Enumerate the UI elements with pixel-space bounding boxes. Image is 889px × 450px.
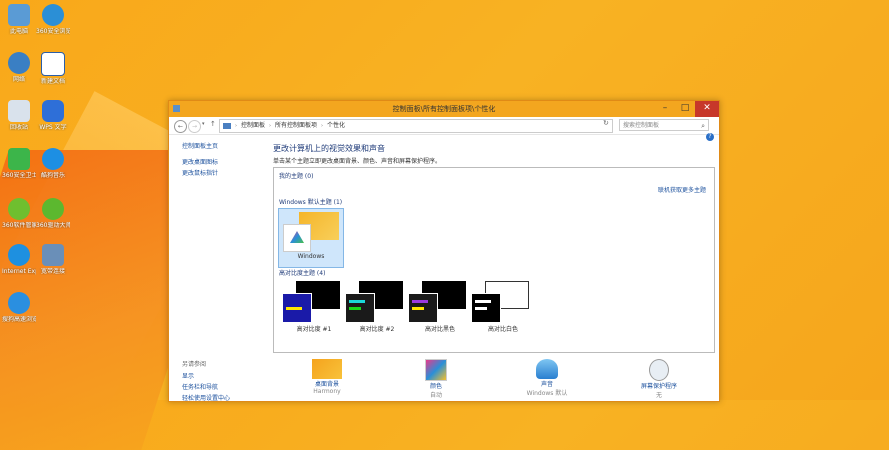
theme-list: 我的主题 (0) 联机获取更多主题 Windows 默认主题 (1) Windo… xyxy=(273,167,715,353)
get-more-themes-link[interactable]: 联机获取更多主题 xyxy=(658,185,706,194)
personalization-window: 控制面板\所有控制面板项\个性化 – □ ✕ ← → ▾ ↑ › 控制面板 › 所有控… xyxy=(168,100,720,402)
wps-icon xyxy=(42,100,64,122)
close-button[interactable]: ✕ xyxy=(695,101,719,117)
screensaver-setting[interactable]: 屏幕保护程序 无 xyxy=(629,359,689,399)
desktop-icon-recycle-bin[interactable]: 回收站 xyxy=(2,100,36,131)
desktop-icon-ie[interactable]: Internet Explorer xyxy=(2,244,36,275)
address-bar-row: ← → ▾ ↑ › 控制面板 › 所有控制面板项 › 个性化 ↻ 搜索控制面板 ⌕ xyxy=(169,117,719,135)
computer-icon xyxy=(8,4,30,26)
forward-button[interactable]: → xyxy=(188,120,201,133)
wallpaper-icon xyxy=(312,359,342,379)
hc-theme-black-thumbnail xyxy=(408,281,466,323)
windows-theme[interactable]: Windows xyxy=(278,208,344,268)
sound-value: Windows 默认 xyxy=(526,390,568,397)
refresh-icon[interactable]: ↻ xyxy=(603,119,609,127)
desktop-background-setting[interactable]: 桌面背景 Harmony xyxy=(297,359,357,395)
taskbar-link[interactable]: 任务栏和导航 xyxy=(182,382,218,391)
document-icon xyxy=(41,52,65,76)
hc-theme-2[interactable]: 高对比度 #2 xyxy=(345,281,409,333)
my-themes-heading: 我的主题 (0) xyxy=(279,173,314,180)
hc-theme-1-thumbnail xyxy=(282,281,340,323)
window-title: 控制面板\所有控制面板项\个性化 xyxy=(392,105,496,113)
hc-theme-white-label: 高对比白色 xyxy=(487,326,518,333)
windows-theme-label: Windows xyxy=(297,253,325,260)
search-placeholder: 搜索控制面板 xyxy=(623,122,660,129)
browser-icon xyxy=(42,4,64,26)
up-button[interactable]: ↑ xyxy=(210,120,216,128)
hc-theme-2-thumbnail xyxy=(345,281,403,323)
shield-icon xyxy=(8,148,30,170)
display-link[interactable]: 显示 xyxy=(182,371,194,380)
breadcrumb-all-items[interactable]: 所有控制面板项 xyxy=(275,122,317,129)
desktop-icon-wps[interactable]: WPS 文字 xyxy=(36,100,70,131)
minimize-button[interactable]: – xyxy=(655,101,675,117)
left-pane: 控制面板主页 更改桌面图标 更改鼠标指针 另请参阅 显示 任务栏和导航 轻松使用… xyxy=(169,135,264,402)
back-button[interactable]: ← xyxy=(174,120,187,133)
high-contrast-heading: 高对比度主题 (4) xyxy=(279,270,326,277)
desktop-icon-computer[interactable]: 此电脑 xyxy=(2,4,36,35)
recent-pages-chevron-icon[interactable]: ▾ xyxy=(202,121,205,127)
network-icon xyxy=(8,52,30,74)
desktop-icon-360-safe[interactable]: 360安全卫士 xyxy=(2,148,36,179)
desktop-icon-broadband[interactable]: 宽带连接 xyxy=(36,244,70,275)
music-icon xyxy=(42,148,64,170)
hc-theme-white-thumbnail xyxy=(471,281,529,323)
change-desktop-icons-link[interactable]: 更改桌面图标 xyxy=(182,157,218,166)
hc-theme-1[interactable]: 高对比度 #1 xyxy=(282,281,346,333)
change-mouse-pointers-link[interactable]: 更改鼠标指针 xyxy=(182,168,218,177)
maximize-button[interactable]: □ xyxy=(675,101,695,117)
windows-default-heading: Windows 默认主题 (1) xyxy=(279,199,343,206)
control-panel-home-link[interactable]: 控制面板主页 xyxy=(182,141,218,150)
ease-of-access-link[interactable]: 轻松使用设置中心 xyxy=(182,393,230,402)
breadcrumb-personalization[interactable]: 个性化 xyxy=(327,122,345,129)
sound-label: 声音 xyxy=(540,381,553,388)
recycle-bin-icon xyxy=(8,100,30,122)
desktop-icon-360-software[interactable]: 360软件管家 xyxy=(2,198,36,229)
page-title: 更改计算机上的视觉效果和声音 xyxy=(273,144,385,153)
screensaver-label: 屏幕保护程序 xyxy=(640,383,677,390)
sogou-icon xyxy=(8,292,30,314)
see-also-heading: 另请参阅 xyxy=(182,361,207,368)
hc-theme-1-label: 高对比度 #1 xyxy=(296,326,332,333)
screensaver-icon xyxy=(649,359,669,381)
sound-setting[interactable]: 声音 Windows 默认 xyxy=(517,359,577,397)
page-description: 单击某个主题立即更改桌面背景、颜色、声音和屏幕保护程序。 xyxy=(273,158,442,165)
color-setting[interactable]: 颜色 自动 xyxy=(406,359,466,399)
sound-icon xyxy=(536,359,558,379)
color-icon xyxy=(425,359,447,381)
hc-theme-black[interactable]: 高对比黑色 xyxy=(408,281,472,333)
breadcrumb-control-panel[interactable]: 控制面板 xyxy=(241,122,265,129)
screensaver-value: 无 xyxy=(655,392,662,399)
color-label: 颜色 xyxy=(429,383,442,390)
driver-icon xyxy=(42,198,64,220)
desktop-icon-sogou[interactable]: 搜狗高速浏览器 xyxy=(2,292,36,323)
title-bar[interactable]: 控制面板\所有控制面板项\个性化 – □ ✕ xyxy=(169,101,719,117)
control-panel-icon xyxy=(223,122,231,129)
desktop-icon-kugou[interactable]: 酷狗音乐 xyxy=(36,148,70,179)
software-icon xyxy=(8,198,30,220)
ie-icon xyxy=(8,244,30,266)
broadband-icon xyxy=(42,244,64,266)
windows-theme-thumbnail xyxy=(283,212,339,252)
desktop-background-label: 桌面背景 xyxy=(314,381,339,388)
hc-theme-white[interactable]: 高对比白色 xyxy=(471,281,535,333)
search-icon[interactable]: ⌕ xyxy=(701,120,705,132)
color-value: 自动 xyxy=(429,392,442,399)
desktop-background-value: Harmony xyxy=(313,388,341,395)
hc-theme-2-label: 高对比度 #2 xyxy=(359,326,395,333)
desktop-icon-network[interactable]: 网络 xyxy=(2,52,36,83)
hc-theme-black-label: 高对比黑色 xyxy=(424,326,455,333)
desktop-icon-document[interactable]: 新建文档 xyxy=(36,52,70,85)
desktop-icon-browser[interactable]: 360安全浏览器 xyxy=(36,4,70,35)
desktop-icon-360-driver[interactable]: 360驱动大师 xyxy=(36,198,70,229)
search-input[interactable]: 搜索控制面板 ⌕ xyxy=(619,119,709,131)
address-bar[interactable]: › 控制面板 › 所有控制面板项 › 个性化 xyxy=(219,119,613,133)
